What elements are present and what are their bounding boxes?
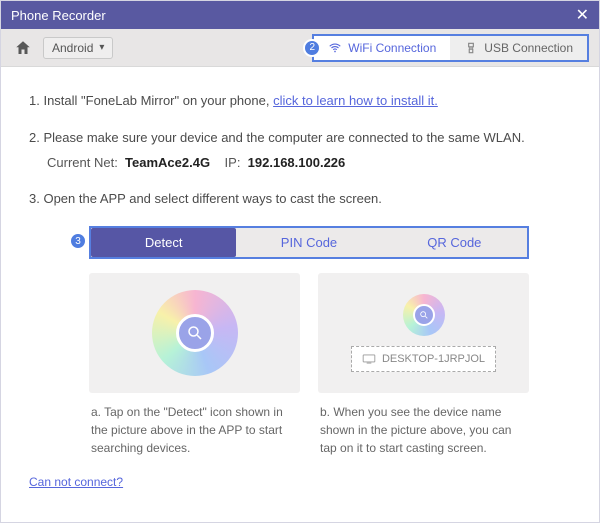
chevron-down-icon: ▾	[99, 42, 104, 53]
device-chip: DESKTOP-1JRPJOL	[351, 346, 496, 372]
monitor-icon	[362, 354, 376, 364]
cast-tab-qr[interactable]: QR Code	[382, 228, 527, 257]
cast-method-tabs: Detect PIN Code QR Code	[89, 226, 529, 259]
window-title: Phone Recorder	[11, 8, 106, 23]
close-icon[interactable]: ✕	[576, 5, 589, 25]
ip-label: IP:	[225, 155, 241, 170]
device-name: DESKTOP-1JRPJOL	[382, 353, 485, 365]
platform-selected: Android	[52, 41, 93, 55]
detect-icon-small	[413, 304, 435, 326]
cast-tab-pin[interactable]: PIN Code	[236, 228, 381, 257]
connection-type-group: WiFi Connection USB Connection	[312, 34, 589, 62]
detect-illustration-b: DESKTOP-1JRPJOL	[318, 273, 529, 393]
current-net-label: Current Net:	[47, 155, 118, 170]
ip-value: 192.168.100.226	[248, 155, 346, 170]
wifi-icon	[328, 41, 342, 55]
detect-icon	[176, 314, 214, 352]
instruction-3: 3. Open the APP and select different way…	[29, 189, 571, 210]
caption-b: b. When you see the device name shown in…	[318, 403, 529, 457]
caption-a: a. Tap on the "Detect" icon shown in the…	[89, 403, 300, 457]
cannot-connect-link[interactable]: Can not connect?	[29, 475, 123, 489]
detect-step-a: a. Tap on the "Detect" icon shown in the…	[89, 273, 300, 457]
step-badge-2: 2	[303, 39, 321, 57]
usb-connection-label: USB Connection	[484, 41, 573, 55]
usb-connection-tab[interactable]: USB Connection	[450, 36, 587, 60]
install-help-link[interactable]: click to learn how to install it.	[273, 93, 438, 108]
current-net-value: TeamAce2.4G	[125, 155, 210, 170]
home-button[interactable]	[11, 36, 35, 60]
usb-icon	[464, 41, 478, 55]
wifi-connection-label: WiFi Connection	[348, 41, 436, 55]
color-ring-icon	[152, 290, 238, 376]
color-ring-icon-small	[403, 294, 445, 336]
detect-illustration-a	[89, 273, 300, 393]
home-icon	[14, 39, 32, 57]
wifi-connection-tab[interactable]: WiFi Connection	[314, 36, 450, 60]
instruction-1: 1. Install "FoneLab Mirror" on your phon…	[29, 91, 571, 112]
step-badge-3: 3	[69, 232, 87, 250]
platform-select[interactable]: Android ▾	[43, 37, 113, 59]
detect-step-b: DESKTOP-1JRPJOL b. When you see the devi…	[318, 273, 529, 457]
cast-tab-detect[interactable]: Detect	[91, 228, 236, 257]
instruction-2: 2. Please make sure your device and the …	[29, 128, 571, 174]
